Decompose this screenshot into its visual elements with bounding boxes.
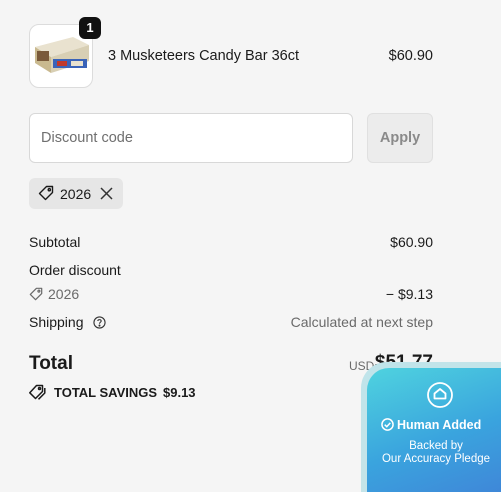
pledge-text: Backed by Our Accuracy Pledge [367,440,501,466]
product-thumbnail: 1 [29,17,101,88]
tag-icon [29,287,43,304]
pledge-title: Human Added [397,418,482,432]
close-icon[interactable] [99,186,114,201]
total-label: Total [29,353,73,374]
discount-code-input[interactable] [29,113,353,163]
product-name: 3 Musketeers Candy Bar 36ct [108,48,300,64]
help-icon[interactable] [93,316,107,332]
check-circle-icon [381,418,397,432]
pledge-line-1: Backed by [409,440,463,452]
savings-label: TOTAL SAVINGS [54,385,158,400]
accuracy-pledge-badge[interactable]: Human Added Backed by Our Accuracy Pledg… [361,362,501,492]
order-discount-value: − $9.13 [385,286,433,302]
shipping-label: Shipping [29,314,84,330]
quantity-badge: 1 [79,17,101,39]
subtotal-value: $60.90 [390,234,433,250]
apply-discount-button[interactable]: Apply [367,113,433,163]
applied-discount-tag: 2026 [29,178,123,209]
subtotal-row: Subtotal $60.90 [29,234,433,250]
pledge-title-row: Human Added [381,418,481,432]
product-image [35,37,89,73]
shipping-row: Shipping Calculated at next step [29,314,433,332]
subtotal-label: Subtotal [29,234,81,250]
pledge-line-2: Our Accuracy Pledge [381,453,491,465]
tag-icon [38,185,54,206]
shipping-value: Calculated at next step [290,314,433,330]
shield-icon [426,381,454,414]
order-discount-label: Order discount [29,262,121,278]
product-price: $60.90 [388,48,433,64]
order-discount-code: 2026 [48,286,80,302]
savings-value: $9.13 [163,385,196,400]
order-discount-row: Order discount [29,262,433,278]
pledge-panel: Human Added Backed by Our Accuracy Pledg… [367,368,501,492]
applied-discount-code: 2026 [60,186,92,202]
cart-line-item: 1 3 Musketeers Candy Bar 36ct $60.90 [29,17,433,88]
